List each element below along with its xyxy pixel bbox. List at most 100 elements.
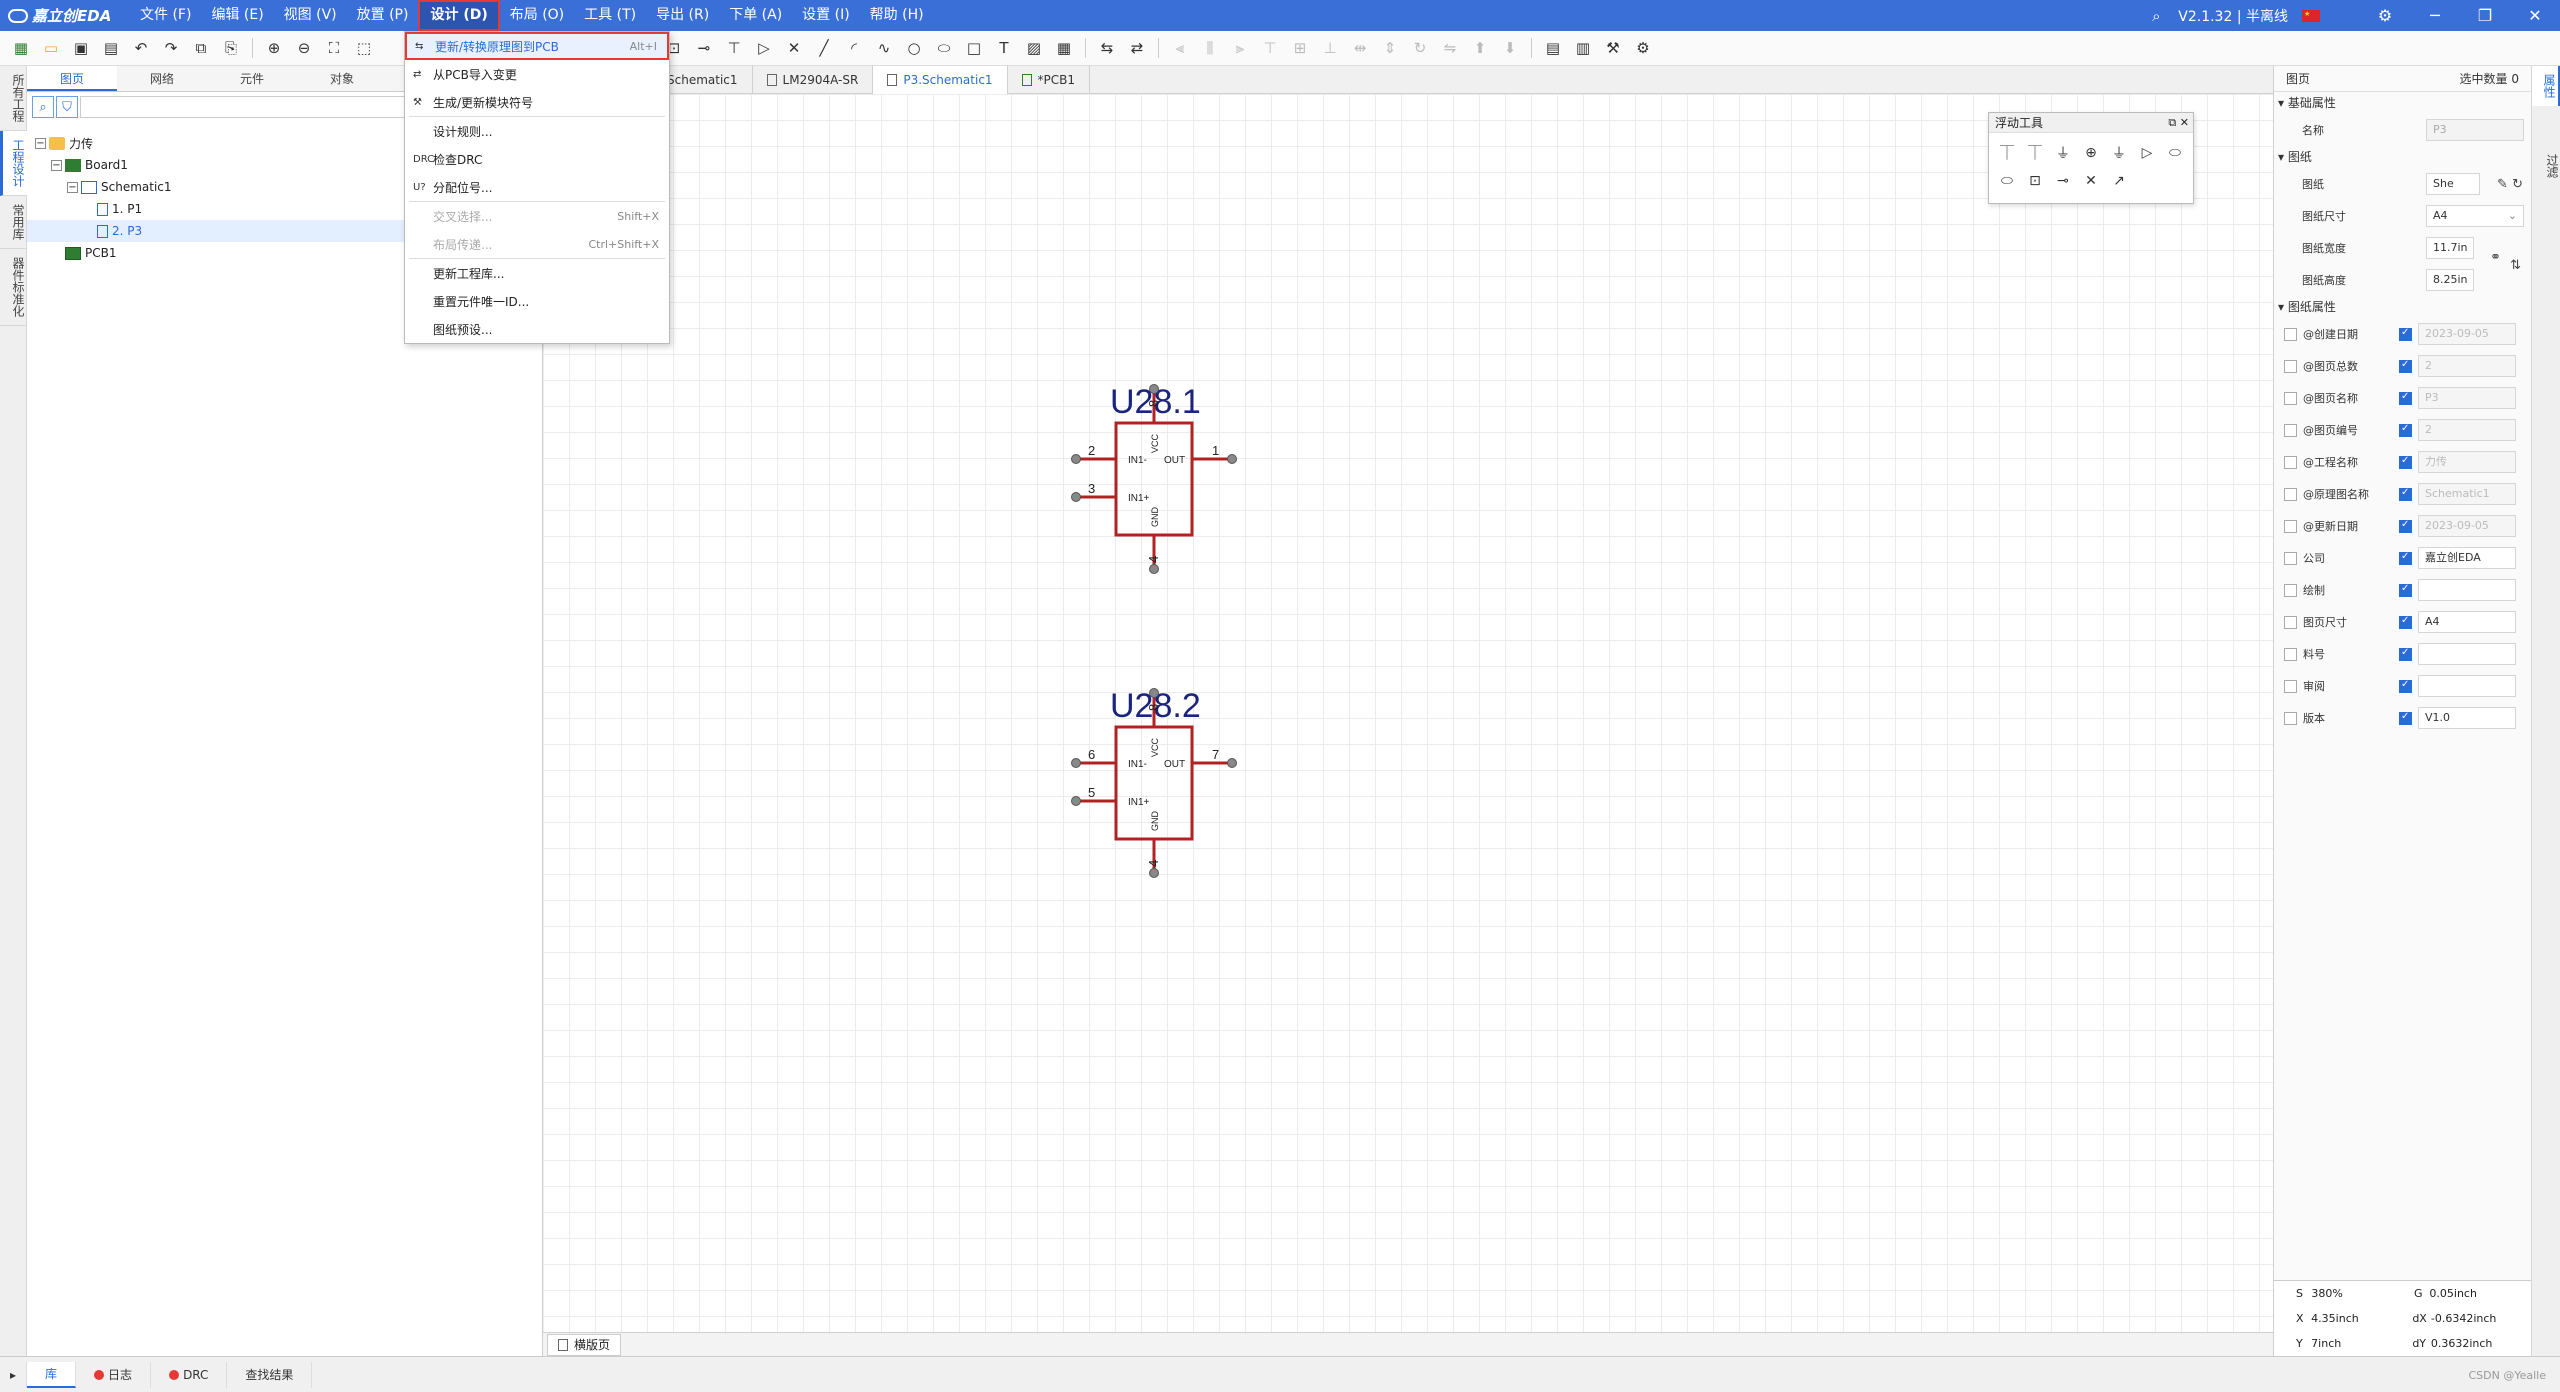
- prop-enabled-checkbox[interactable]: [2399, 519, 2412, 533]
- bottom-tab-find-results[interactable]: 查找结果: [227, 1361, 313, 1388]
- no-connect-icon[interactable]: ✕: [2077, 167, 2105, 195]
- floating-tools-header[interactable]: 浮动工具 ⧉ ✕: [1989, 113, 2193, 133]
- collapse-icon[interactable]: ▸: [0, 1361, 28, 1388]
- vtab-common-library[interactable]: 常用库: [0, 196, 27, 249]
- design-menu-item[interactable]: 重置元件唯一ID...: [405, 287, 669, 315]
- schematic-canvas[interactable]: U28.184231VCCGNDIN1-IN1+OUT U28.284657VC…: [543, 94, 2273, 1332]
- pin-endpoint[interactable]: [1071, 492, 1081, 502]
- save-icon[interactable]: ▣: [69, 36, 93, 60]
- layer-down-icon[interactable]: ⬇: [1498, 36, 1522, 60]
- text-icon[interactable]: T: [992, 36, 1016, 60]
- net-label-icon[interactable]: ⊡: [2021, 167, 2049, 195]
- prop-visible-checkbox[interactable]: [2284, 679, 2297, 693]
- prop-enabled-checkbox[interactable]: [2399, 423, 2412, 437]
- prop-value-field[interactable]: 嘉立创EDA: [2418, 547, 2516, 569]
- vtab-all-projects[interactable]: 所有工程: [0, 66, 27, 131]
- pin-endpoint[interactable]: [1149, 384, 1159, 394]
- zoom-area-icon[interactable]: ⬚: [352, 36, 376, 60]
- search-icon[interactable]: ⌕: [2144, 4, 2168, 28]
- collapse-icon[interactable]: −: [51, 159, 62, 171]
- language-flag-icon[interactable]: [2302, 9, 2320, 22]
- ground-icon[interactable]: ⏚: [2049, 139, 2077, 167]
- prop-value-field[interactable]: P3: [2418, 387, 2516, 409]
- prop-visible-checkbox[interactable]: [2284, 423, 2297, 437]
- rotate-icon[interactable]: ↻: [1408, 36, 1432, 60]
- vtab-project-design[interactable]: 工程设计: [0, 131, 27, 196]
- net-flag-power-icon[interactable]: ⏉: [2021, 139, 2049, 167]
- fit-view-icon[interactable]: ⛶: [322, 36, 346, 60]
- power-port-icon[interactable]: ⊤: [722, 36, 746, 60]
- paste-icon[interactable]: ⎘: [219, 36, 243, 60]
- vtab-device-standardization[interactable]: 器件标准化: [0, 249, 27, 326]
- tab-nets[interactable]: 网络: [117, 66, 207, 91]
- doc-tab-p3[interactable]: P3.Schematic1: [873, 65, 1008, 94]
- menu-layout[interactable]: 布局 (O): [500, 0, 574, 31]
- import-changes-tool-icon[interactable]: ⇄: [1125, 36, 1149, 60]
- arc-icon[interactable]: ◜: [842, 36, 866, 60]
- align-center-icon[interactable]: ⫼: [1198, 36, 1222, 60]
- distribute-h-icon[interactable]: ⇹: [1348, 36, 1372, 60]
- align-right-icon[interactable]: ⫸: [1228, 36, 1252, 60]
- update-pcb-tool-icon[interactable]: ⇆: [1095, 36, 1119, 60]
- prop-enabled-checkbox[interactable]: [2399, 583, 2412, 597]
- settings-tool-icon[interactable]: ⚙: [1631, 36, 1655, 60]
- menu-tools[interactable]: 工具 (T): [574, 0, 646, 31]
- vtab-properties[interactable]: 属性: [2532, 66, 2560, 106]
- close-icon[interactable]: ✕: [2510, 6, 2560, 25]
- menu-view[interactable]: 视图 (V): [274, 0, 347, 31]
- prop-visible-checkbox[interactable]: [2284, 711, 2297, 725]
- refresh-icon[interactable]: ↻: [2512, 177, 2523, 192]
- align-middle-icon[interactable]: ⊞: [1288, 36, 1312, 60]
- section-sheet-props[interactable]: ▾ 图纸属性: [2274, 296, 2531, 318]
- design-menu-item[interactable]: 布局传递... Ctrl+Shift+X: [405, 230, 669, 258]
- prop-visible-checkbox[interactable]: [2284, 487, 2297, 501]
- bottom-tab-library[interactable]: 库: [27, 1361, 77, 1388]
- link-icon[interactable]: ⚭: [2490, 250, 2501, 265]
- image-icon[interactable]: ▨: [1022, 36, 1046, 60]
- align-bottom-icon[interactable]: ⊥: [1318, 36, 1342, 60]
- table-icon[interactable]: ▦: [1052, 36, 1076, 60]
- prop-enabled-checkbox[interactable]: [2399, 327, 2412, 341]
- prop-enabled-checkbox[interactable]: [2399, 647, 2412, 661]
- schematic-drawing[interactable]: U28.184231VCCGNDIN1-IN1+OUT U28.284657VC…: [543, 94, 2273, 1332]
- prop-visible-checkbox[interactable]: [2284, 391, 2297, 405]
- design-menu-item[interactable]: ⚒ 生成/更新模块符号: [405, 88, 669, 116]
- circle-plus-icon[interactable]: ⊕: [2077, 139, 2105, 167]
- prop-visible-checkbox[interactable]: [2284, 519, 2297, 533]
- menu-order[interactable]: 下单 (A): [719, 0, 792, 31]
- collapse-icon[interactable]: −: [35, 137, 46, 149]
- menu-export[interactable]: 导出 (R): [646, 0, 719, 31]
- prop-visible-checkbox[interactable]: [2284, 615, 2297, 629]
- menu-edit[interactable]: 编辑 (E): [201, 0, 273, 31]
- prop-value-field[interactable]: Schematic1: [2418, 483, 2516, 505]
- bom-icon[interactable]: ▤: [1541, 36, 1565, 60]
- pin-endpoint[interactable]: [1149, 688, 1159, 698]
- prop-visible-checkbox[interactable]: [2284, 647, 2297, 661]
- opamp-part-u28-1[interactable]: U28.184231VCCGNDIN1-IN1+OUT: [1071, 383, 1237, 574]
- sheet-size-select[interactable]: A4 ⌄: [2426, 205, 2524, 227]
- junction-icon[interactable]: ⊸: [692, 36, 716, 60]
- restore-icon[interactable]: ❐: [2460, 6, 2510, 25]
- bottom-tab-log[interactable]: 日志: [76, 1361, 152, 1388]
- prop-value-field[interactable]: 2023-09-05: [2418, 515, 2516, 537]
- prop-visible-checkbox[interactable]: [2284, 551, 2297, 565]
- copy-icon[interactable]: ⧉: [189, 36, 213, 60]
- netlist-icon[interactable]: ▥: [1571, 36, 1595, 60]
- prop-enabled-checkbox[interactable]: [2399, 359, 2412, 373]
- popout-icon[interactable]: ⧉: [2168, 116, 2176, 129]
- pin-endpoint[interactable]: [1149, 564, 1159, 574]
- close-icon[interactable]: ✕: [2180, 116, 2189, 129]
- net-port-icon[interactable]: ▷: [2133, 139, 2161, 167]
- collapse-icon[interactable]: −: [67, 181, 78, 193]
- prop-enabled-checkbox[interactable]: [2399, 455, 2412, 469]
- net-port-alt-icon[interactable]: ⬭: [2161, 139, 2189, 167]
- zoom-out-icon[interactable]: ⊖: [292, 36, 316, 60]
- menu-settings[interactable]: 设置 (I): [792, 0, 860, 31]
- prop-enabled-checkbox[interactable]: [2399, 679, 2412, 693]
- align-left-icon[interactable]: ⫷: [1168, 36, 1192, 60]
- ellipse-icon[interactable]: ⬭: [932, 36, 956, 60]
- prop-value-field[interactable]: V1.0: [2418, 707, 2516, 729]
- sheet-width-field[interactable]: 11.7in: [2426, 237, 2474, 259]
- prop-value-field[interactable]: A4: [2418, 611, 2516, 633]
- prop-enabled-checkbox[interactable]: [2399, 711, 2412, 725]
